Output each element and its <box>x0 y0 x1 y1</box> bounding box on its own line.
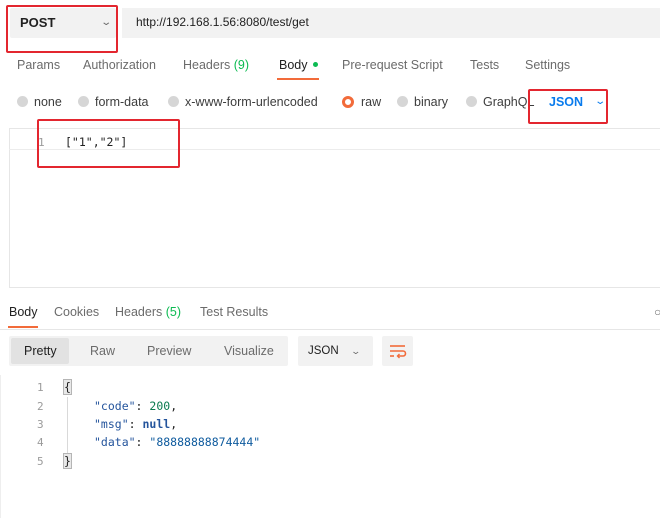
json-null: null <box>142 417 171 431</box>
response-line-code: "code": 200, <box>94 399 178 413</box>
radio-graphql[interactable] <box>466 96 477 107</box>
format-label: JSON <box>308 345 339 357</box>
tab-headers-count: (9) <box>233 58 250 72</box>
response-divider <box>0 329 660 330</box>
editor-divider <box>9 149 660 150</box>
response-line-number: 4 <box>37 436 44 449</box>
json-number: 200 <box>149 399 171 413</box>
json-key: "msg" <box>94 417 129 431</box>
response-tab-body[interactable]: Body <box>9 305 38 319</box>
tab-headers-label: Headers <box>183 58 231 72</box>
request-body-editor[interactable] <box>9 128 660 288</box>
tab-pre-request-script[interactable]: Pre-request Script <box>342 58 443 72</box>
view-raw[interactable]: Raw <box>90 344 115 358</box>
search-icon[interactable]: ○ <box>654 305 660 319</box>
radio-raw[interactable] <box>342 96 354 108</box>
response-left-rule <box>0 375 1 518</box>
view-visualize[interactable]: Visualize <box>224 344 274 358</box>
radio-form-data[interactable] <box>78 96 89 107</box>
url-text: http://192.168.1.56:8080/test/get <box>136 15 309 29</box>
json-key: "code" <box>94 399 136 413</box>
chevron-down-icon[interactable]: ⌄ <box>594 96 606 107</box>
json-key: "data" <box>94 435 136 449</box>
line-number: 1 <box>38 136 45 149</box>
radio-urlencoded[interactable] <box>168 96 179 107</box>
request-body-text[interactable]: ["1","2"] <box>65 135 127 149</box>
response-line-number: 3 <box>37 418 44 431</box>
json-string: "88888888874444" <box>149 435 261 449</box>
chevron-down-icon[interactable]: ⌄ <box>350 346 361 357</box>
response-line-msg: "msg": null, <box>94 417 178 431</box>
response-tab-headers-label: Headers <box>115 305 163 319</box>
response-tab-test-results[interactable]: Test Results <box>200 305 268 319</box>
radio-urlencoded-label[interactable]: x-www-form-urlencoded <box>185 95 318 109</box>
tab-tests[interactable]: Tests <box>470 58 499 72</box>
text-wrap-icon <box>390 345 407 359</box>
fold-guide <box>67 397 68 454</box>
radio-none-label[interactable]: none <box>34 95 62 109</box>
radio-form-data-label[interactable]: form-data <box>95 95 149 109</box>
language-select[interactable]: JSON <box>549 95 583 109</box>
radio-raw-label[interactable]: raw <box>361 95 381 109</box>
radio-graphql-label[interactable]: GraphQL <box>483 95 534 109</box>
tab-authorization[interactable]: Authorization <box>83 58 156 72</box>
tab-body[interactable]: Body <box>279 58 318 72</box>
response-line-data: "data": "88888888874444" <box>94 435 261 449</box>
radio-none[interactable] <box>17 96 28 107</box>
wrap-button[interactable] <box>382 336 413 366</box>
view-preview[interactable]: Preview <box>147 344 191 358</box>
response-tab-body-underline <box>8 326 38 328</box>
tab-body-underline <box>277 78 319 80</box>
response-line-number: 5 <box>37 455 44 468</box>
modified-dot-icon <box>312 62 318 68</box>
response-line-number: 1 <box>37 381 44 394</box>
chevron-down-icon[interactable]: ⌄ <box>100 17 112 28</box>
radio-binary-label[interactable]: binary <box>414 95 448 109</box>
view-pretty[interactable]: Pretty <box>24 344 57 358</box>
response-tab-headers-count: (5) <box>165 305 182 319</box>
method-label: POST <box>20 15 56 30</box>
response-line-number: 2 <box>37 400 44 413</box>
tab-headers[interactable]: Headers (9) <box>183 58 249 72</box>
tab-params[interactable]: Params <box>17 58 60 72</box>
close-brace: } <box>63 453 72 469</box>
open-brace: { <box>63 379 72 395</box>
response-tab-cookies[interactable]: Cookies <box>54 305 99 319</box>
radio-binary[interactable] <box>397 96 408 107</box>
tab-settings[interactable]: Settings <box>525 58 570 72</box>
response-tab-headers[interactable]: Headers (5) <box>115 305 181 319</box>
tab-body-label: Body <box>279 58 308 72</box>
